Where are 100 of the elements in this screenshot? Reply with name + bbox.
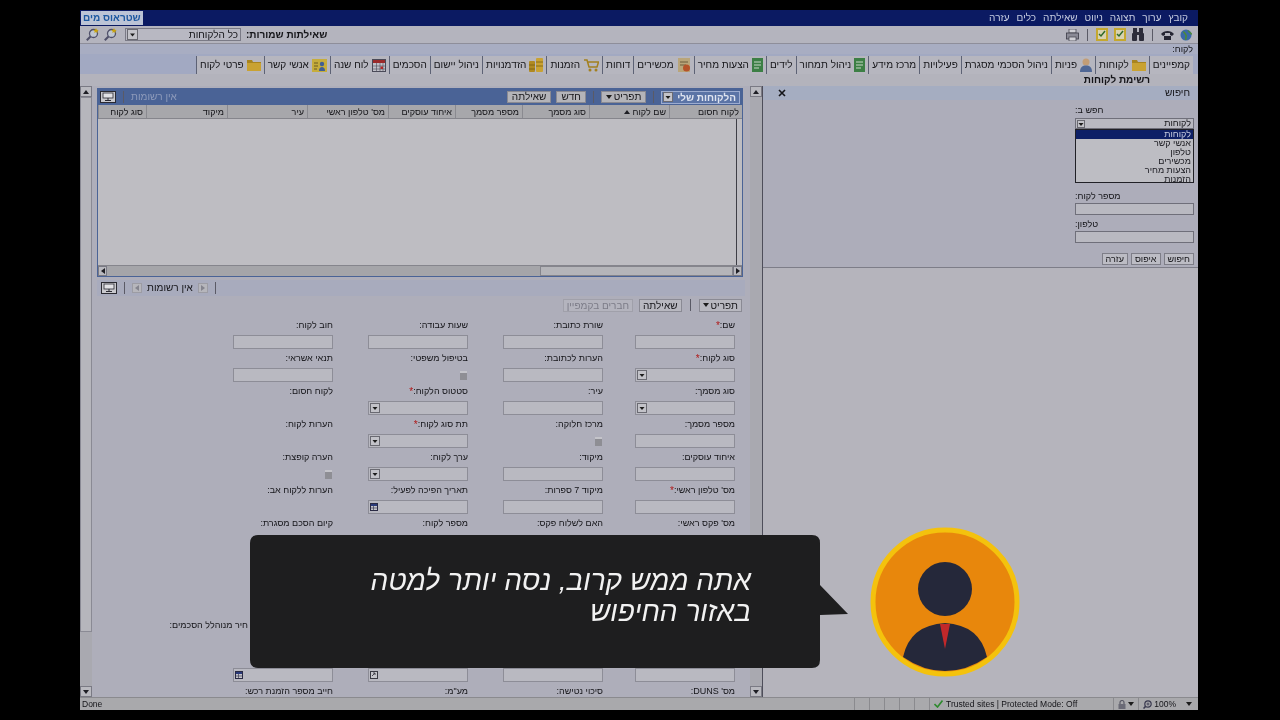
menu-button[interactable]: תפריט xyxy=(600,91,647,103)
column-header[interactable]: עיר xyxy=(227,105,307,118)
column-header[interactable]: מס' טלפון ראשי xyxy=(307,105,388,118)
nav-tab[interactable]: מרכז מידע xyxy=(868,56,920,74)
nav-tab[interactable]: מכשירים xyxy=(633,56,694,74)
search-icon[interactable] xyxy=(86,28,99,41)
scroll-left-button[interactable] xyxy=(98,266,107,276)
checklist-icon[interactable] xyxy=(1114,28,1126,41)
search-panel-button[interactable]: חיפוש xyxy=(1163,253,1194,265)
nav-tab[interactable]: הזמנות xyxy=(546,56,603,74)
text-field[interactable] xyxy=(503,401,603,415)
printer-icon[interactable] xyxy=(1066,28,1079,41)
nav-tab[interactable]: ניהול הסכמי מסגרת xyxy=(960,56,1051,74)
text-field[interactable] xyxy=(233,368,333,382)
search-icon[interactable] xyxy=(104,28,117,41)
caret-down-icon[interactable] xyxy=(370,436,380,446)
menu-button[interactable]: תפריט xyxy=(698,298,742,312)
close-icon[interactable] xyxy=(778,89,786,97)
column-header[interactable]: איחוד עוסקים xyxy=(388,105,455,118)
nav-tab[interactable]: פרטי לקוח xyxy=(196,56,264,74)
column-header[interactable]: סוג מסמך xyxy=(522,105,589,118)
saved-query-dropdown[interactable]: כל הלקוחות xyxy=(125,28,241,41)
date-field[interactable] xyxy=(233,668,333,682)
zoom-level[interactable]: 100% xyxy=(1154,698,1176,710)
dropdown-option[interactable]: לקוחות xyxy=(1076,130,1193,139)
checkbox[interactable] xyxy=(325,469,332,479)
toolbar-button[interactable]: שאילתה xyxy=(639,298,682,312)
column-header[interactable]: לקוח חסום xyxy=(669,105,742,118)
caret-down-icon[interactable] xyxy=(1077,119,1085,128)
toolbar-button[interactable]: חדש xyxy=(556,91,586,103)
dropdown-option[interactable]: הזמנות xyxy=(1076,175,1193,184)
text-field[interactable] xyxy=(635,500,735,514)
text-field[interactable] xyxy=(503,467,603,481)
checklist-icon[interactable] xyxy=(1096,28,1108,41)
scroll-down-button[interactable] xyxy=(80,686,92,697)
text-field[interactable] xyxy=(503,335,603,349)
dropdown-field[interactable] xyxy=(635,368,735,382)
scroll-right-button[interactable] xyxy=(733,266,742,276)
dropdown-option[interactable]: אנשי קשר xyxy=(1076,139,1193,148)
dropdown-option[interactable]: הצעות מחיר xyxy=(1076,166,1193,175)
caret-down-icon[interactable] xyxy=(370,403,380,413)
nav-tab[interactable]: ניהול יישום xyxy=(429,56,482,74)
calendar-icon[interactable] xyxy=(370,503,378,511)
date-field[interactable] xyxy=(368,500,468,514)
caret-down-icon[interactable] xyxy=(637,403,647,413)
text-field[interactable] xyxy=(503,500,603,514)
column-header[interactable]: שם לקוח xyxy=(589,105,669,118)
text-field[interactable] xyxy=(233,335,333,349)
text-field[interactable] xyxy=(635,434,735,448)
caret-down-icon[interactable] xyxy=(637,370,647,380)
nav-tab[interactable]: פניות xyxy=(1050,56,1096,74)
binoculars-icon[interactable] xyxy=(1132,28,1144,41)
globe-icon[interactable] xyxy=(1180,28,1192,41)
monitor-icon[interactable] xyxy=(101,282,117,294)
toolbar-button[interactable]: שאילתה xyxy=(506,91,552,103)
text-field[interactable] xyxy=(635,668,735,682)
menu-item[interactable]: ניווט xyxy=(1084,12,1103,24)
nav-tab[interactable]: אנשי קשר xyxy=(263,56,330,74)
menu-item[interactable]: שאילתה xyxy=(1043,12,1078,24)
scroll-up-button[interactable] xyxy=(80,86,92,97)
text-field[interactable] xyxy=(1075,203,1194,215)
dropdown-field[interactable] xyxy=(368,434,468,448)
column-header[interactable]: מיקוד xyxy=(146,105,227,118)
dropdown-option[interactable]: מכשירים xyxy=(1076,157,1193,166)
column-header[interactable]: מספר מסמך xyxy=(455,105,522,118)
dropdown-field[interactable] xyxy=(368,467,468,481)
lock-icon[interactable] xyxy=(1118,699,1127,709)
menu-item[interactable]: קובץ xyxy=(1168,12,1188,24)
menu-item[interactable]: עזרה xyxy=(989,12,1010,24)
nav-tab[interactable]: הצעות מחיר xyxy=(693,56,766,74)
text-field[interactable] xyxy=(368,335,468,349)
dropdown-field[interactable] xyxy=(368,401,468,415)
caret-down-icon[interactable] xyxy=(663,92,674,102)
monitor-icon[interactable] xyxy=(100,91,116,103)
text-field[interactable] xyxy=(635,335,735,349)
menu-item[interactable]: ערוך xyxy=(1142,12,1162,24)
text-field[interactable] xyxy=(1075,231,1194,243)
scroll-up-button[interactable] xyxy=(750,86,762,97)
menu-item[interactable]: כלים xyxy=(1016,12,1037,24)
zoom-icon[interactable] xyxy=(1143,699,1153,709)
text-field[interactable] xyxy=(503,668,603,682)
caret-down-icon[interactable] xyxy=(127,29,138,40)
search-panel-button[interactable]: עזרה xyxy=(1101,253,1128,265)
nav-tab[interactable]: פעילויות xyxy=(919,56,961,74)
nav-tab[interactable]: קמפיינים xyxy=(1148,56,1193,74)
lookup-icon[interactable] xyxy=(370,671,378,679)
nav-tab[interactable]: הסכמים xyxy=(388,56,430,74)
text-field[interactable] xyxy=(503,368,603,382)
menu-item[interactable]: תצוגה xyxy=(1109,12,1136,24)
checkbox[interactable] xyxy=(460,370,467,380)
dropdown-option[interactable]: טלפון xyxy=(1076,148,1193,157)
view-selector[interactable]: הלקוחות שלי xyxy=(661,90,740,104)
lookup-field[interactable] xyxy=(368,668,468,682)
scroll-down-button[interactable] xyxy=(750,686,762,697)
nav-tab[interactable]: דוחות xyxy=(602,56,634,74)
nav-tab[interactable]: לידים xyxy=(765,56,796,74)
nav-tab[interactable]: לוח שנה xyxy=(329,56,389,74)
checkbox[interactable] xyxy=(595,436,602,446)
nav-tab[interactable]: לקוחות xyxy=(1095,56,1149,74)
nav-tab[interactable]: הזדמנויות xyxy=(481,56,547,74)
